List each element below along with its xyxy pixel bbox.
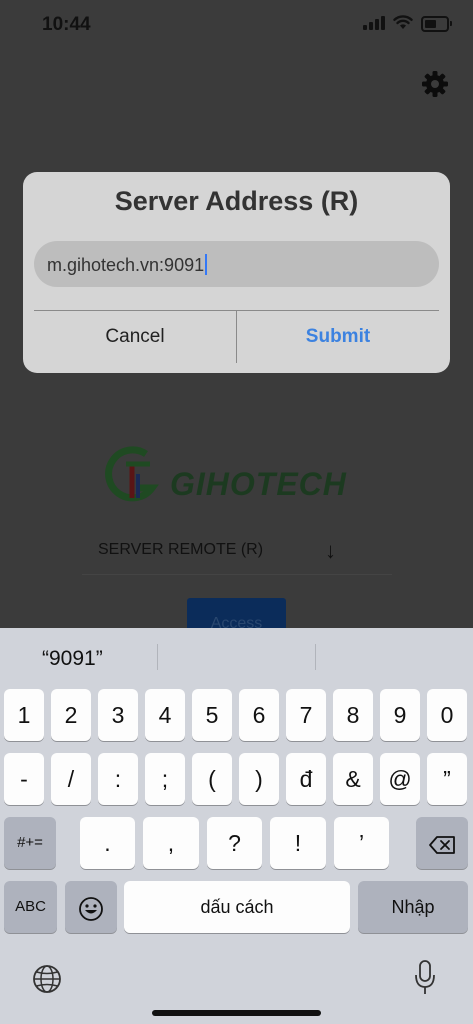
globe-icon[interactable] [32, 964, 62, 994]
cancel-button[interactable]: Cancel [34, 311, 236, 363]
emoji-key[interactable] [65, 881, 117, 933]
suggestion-item[interactable]: “9091” [42, 647, 103, 671]
wifi-icon [393, 15, 413, 29]
key-5[interactable]: 5 [192, 689, 232, 741]
key-ampersand[interactable]: & [333, 753, 373, 805]
key-8[interactable]: 8 [333, 689, 373, 741]
key-colon[interactable]: : [98, 753, 138, 805]
symbols-shift-key[interactable]: #+= [4, 817, 56, 869]
server-address-dialog: Server Address (R) m.gihotech.vn:9091 Ca… [23, 172, 450, 373]
chevron-down-icon: ↓ [325, 538, 336, 563]
emoji-icon [79, 897, 103, 921]
key-comma[interactable]: , [143, 817, 199, 869]
keyboard: “9091” 1 2 3 4 5 6 7 8 9 0 - / : ; ( ) đ… [0, 628, 473, 1024]
suggestion-bar: “9091” [0, 628, 473, 686]
microphone-icon[interactable] [414, 960, 436, 996]
abc-key[interactable]: ABC [4, 881, 57, 933]
suggestion-separator [157, 644, 158, 670]
server-select-value: SERVER REMOTE (R) [98, 541, 264, 558]
server-address-input[interactable]: m.gihotech.vn:9091 [34, 241, 439, 287]
key-2[interactable]: 2 [51, 689, 91, 741]
battery-icon [421, 16, 452, 32]
submit-button[interactable]: Submit [237, 311, 439, 363]
key-d-stroke[interactable]: đ [286, 753, 326, 805]
server-address-value: m.gihotech.vn:9091 [47, 255, 205, 275]
key-6[interactable]: 6 [239, 689, 279, 741]
server-select[interactable]: SERVER REMOTE (R) ↓ [82, 528, 392, 575]
logo-text: GIHOTECH [170, 466, 347, 502]
key-apostrophe[interactable]: ’ [334, 817, 389, 869]
cellular-signal-icon [363, 16, 385, 30]
key-exclamation[interactable]: ! [270, 817, 326, 869]
text-caret [205, 254, 208, 275]
status-time: 10:44 [42, 14, 91, 35]
gihotech-logo: GIHOTECH [102, 444, 372, 508]
key-semicolon[interactable]: ; [145, 753, 185, 805]
gihotech-logo-icon [105, 446, 159, 502]
space-key[interactable]: dấu cách [124, 881, 350, 933]
backspace-key[interactable] [416, 817, 468, 869]
home-indicator [152, 1010, 321, 1016]
key-1[interactable]: 1 [4, 689, 44, 741]
key-question[interactable]: ? [207, 817, 262, 869]
backspace-icon [429, 836, 455, 854]
key-quote[interactable]: ” [427, 753, 467, 805]
key-period[interactable]: . [80, 817, 135, 869]
key-3[interactable]: 3 [98, 689, 138, 741]
key-hyphen[interactable]: - [4, 753, 44, 805]
key-0[interactable]: 0 [427, 689, 467, 741]
key-7[interactable]: 7 [286, 689, 326, 741]
return-key[interactable]: Nhập [358, 881, 468, 933]
dialog-title: Server Address (R) [114, 186, 359, 216]
key-4[interactable]: 4 [145, 689, 185, 741]
suggestion-separator [315, 644, 316, 670]
key-close-paren[interactable]: ) [239, 753, 279, 805]
key-at[interactable]: @ [380, 753, 420, 805]
key-slash[interactable]: / [51, 753, 91, 805]
settings-gear-icon[interactable] [421, 70, 449, 98]
key-open-paren[interactable]: ( [192, 753, 232, 805]
status-bar: 10:44 [0, 0, 473, 50]
key-9[interactable]: 9 [380, 689, 420, 741]
